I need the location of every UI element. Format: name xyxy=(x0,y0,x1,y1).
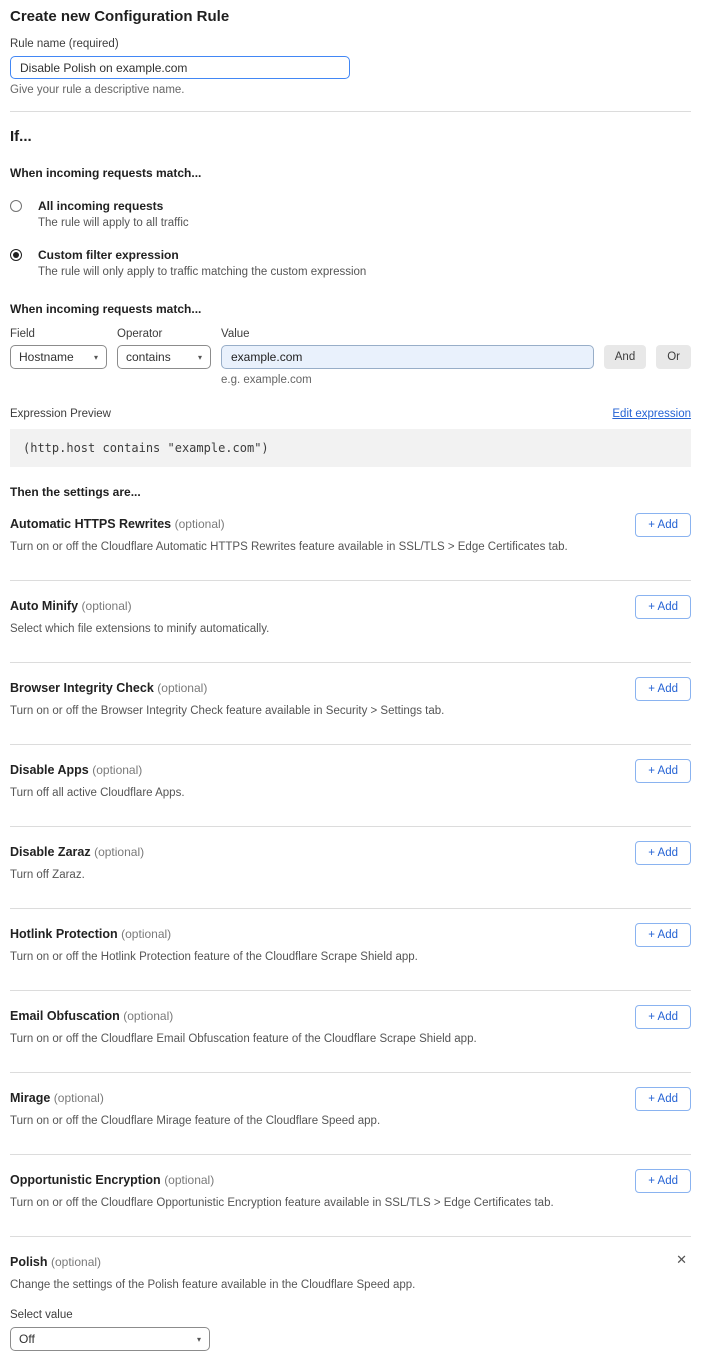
setting-description: Select which file extensions to minify a… xyxy=(10,623,691,635)
setting-title: Mirage (optional) xyxy=(10,1091,691,1105)
polish-select-value: Off xyxy=(19,1332,35,1346)
setting-title: Opportunistic Encryption (optional) xyxy=(10,1173,691,1187)
setting-row-hotlink-protection: Hotlink Protection (optional) Turn on or… xyxy=(10,909,691,991)
chevron-down-icon: ▾ xyxy=(197,1335,201,1344)
setting-title: Auto Minify (optional) xyxy=(10,599,691,613)
field-column: Field Hostname ▾ xyxy=(10,328,107,369)
setting-row-auto-minify: Auto Minify (optional) Select which file… xyxy=(10,581,691,663)
add-button[interactable]: + Add xyxy=(635,1169,691,1193)
value-helper: e.g. example.com xyxy=(221,374,594,386)
incoming-requests-match-label: When incoming requests match... xyxy=(10,166,691,180)
add-button[interactable]: + Add xyxy=(635,677,691,701)
setting-row-opportunistic-encryption: Opportunistic Encryption (optional) Turn… xyxy=(10,1155,691,1237)
value-input[interactable] xyxy=(221,345,594,369)
then-settings-label: Then the settings are... xyxy=(10,485,691,499)
operator-label: Operator xyxy=(117,328,211,340)
page-title: Create new Configuration Rule xyxy=(10,8,691,25)
setting-description: Turn on or off the Cloudflare Opportunis… xyxy=(10,1197,691,1209)
setting-description: Turn off all active Cloudflare Apps. xyxy=(10,787,691,799)
operator-select[interactable]: contains ▾ xyxy=(117,345,211,369)
field-select[interactable]: Hostname ▾ xyxy=(10,345,107,369)
setting-title: Automatic HTTPS Rewrites (optional) xyxy=(10,517,691,531)
setting-title: Browser Integrity Check (optional) xyxy=(10,681,691,695)
radio-option-label: Custom filter expression xyxy=(38,248,366,262)
edit-expression-link[interactable]: Edit expression xyxy=(612,408,691,420)
optional-tag: (optional) xyxy=(157,681,207,695)
setting-row-browser-integrity-check: Browser Integrity Check (optional) Turn … xyxy=(10,663,691,745)
field-label: Field xyxy=(10,328,107,340)
add-button[interactable]: + Add xyxy=(635,759,691,783)
add-button[interactable]: + Add xyxy=(635,1087,691,1111)
optional-tag: (optional) xyxy=(94,845,144,859)
radio-option-label: All incoming requests xyxy=(38,199,189,213)
section-divider xyxy=(10,111,691,112)
settings-list: Automatic HTTPS Rewrites (optional) Turn… xyxy=(10,499,691,1237)
setting-row-disable-zaraz: Disable Zaraz (optional) Turn off Zaraz.… xyxy=(10,827,691,909)
setting-title: Polish (optional) xyxy=(10,1255,691,1269)
expression-preview-label: Expression Preview xyxy=(10,408,111,420)
setting-description: Turn on or off the Hotlink Protection fe… xyxy=(10,951,691,963)
setting-row-polish: Polish (optional) ✕ Change the settings … xyxy=(10,1237,691,1351)
optional-tag: (optional) xyxy=(92,763,142,777)
custom-filter-match-label: When incoming requests match... xyxy=(10,302,691,316)
optional-tag: (optional) xyxy=(82,599,132,613)
setting-description: Turn on or off the Cloudflare Email Obfu… xyxy=(10,1033,691,1045)
setting-title: Email Obfuscation (optional) xyxy=(10,1009,691,1023)
chevron-down-icon: ▾ xyxy=(94,353,98,362)
optional-tag: (optional) xyxy=(54,1091,104,1105)
radio-option-all-incoming-requests[interactable]: All incoming requests The rule will appl… xyxy=(10,199,691,229)
if-heading: If... xyxy=(10,128,691,145)
radio-unselected-icon[interactable] xyxy=(10,200,22,212)
chevron-down-icon: ▾ xyxy=(198,353,202,362)
expression-preview-header: Expression Preview Edit expression xyxy=(10,408,691,420)
close-icon[interactable]: ✕ xyxy=(676,1253,687,1266)
add-button[interactable]: + Add xyxy=(635,513,691,537)
operator-select-value: contains xyxy=(126,350,171,364)
optional-tag: (optional) xyxy=(175,517,225,531)
expression-preview-code: (http.host contains "example.com") xyxy=(10,429,691,467)
setting-title: Disable Zaraz (optional) xyxy=(10,845,691,859)
add-button[interactable]: + Add xyxy=(635,1005,691,1029)
rule-name-block: Rule name (required) Give your rule a de… xyxy=(10,38,691,96)
field-select-value: Hostname xyxy=(19,350,74,364)
rule-name-helper: Give your rule a descriptive name. xyxy=(10,84,691,96)
add-button[interactable]: + Add xyxy=(635,595,691,619)
value-column: Value e.g. example.com xyxy=(221,328,594,386)
add-button[interactable]: + Add xyxy=(635,923,691,947)
optional-tag: (optional) xyxy=(123,1009,173,1023)
value-label: Value xyxy=(221,328,594,340)
configuration-rule-form: Create new Configuration Rule Rule name … xyxy=(0,0,705,1365)
setting-description: Turn on or off the Browser Integrity Che… xyxy=(10,705,691,717)
setting-title: Hotlink Protection (optional) xyxy=(10,927,691,941)
rule-name-label: Rule name (required) xyxy=(10,38,691,50)
setting-row-disable-apps: Disable Apps (optional) Turn off all act… xyxy=(10,745,691,827)
add-button[interactable]: + Add xyxy=(635,841,691,865)
operator-column: Operator contains ▾ xyxy=(117,328,211,369)
optional-tag: (optional) xyxy=(51,1255,101,1269)
radio-option-text: Custom filter expression The rule will o… xyxy=(38,248,366,278)
setting-row-mirage: Mirage (optional) Turn on or off the Clo… xyxy=(10,1073,691,1155)
and-button[interactable]: And xyxy=(604,345,646,369)
setting-description: Turn off Zaraz. xyxy=(10,869,691,881)
radio-option-text: All incoming requests The rule will appl… xyxy=(38,199,189,229)
or-button[interactable]: Or xyxy=(656,345,691,369)
setting-description: Turn on or off the Cloudflare Mirage fea… xyxy=(10,1115,691,1127)
radio-option-description: The rule will only apply to traffic matc… xyxy=(38,266,366,278)
optional-tag: (optional) xyxy=(164,1173,214,1187)
radio-option-description: The rule will apply to all traffic xyxy=(38,217,189,229)
polish-value-select[interactable]: Off ▾ xyxy=(10,1327,210,1351)
radio-selected-icon[interactable] xyxy=(10,249,22,261)
setting-row-email-obfuscation: Email Obfuscation (optional) Turn on or … xyxy=(10,991,691,1073)
setting-row-automatic-https-rewrites: Automatic HTTPS Rewrites (optional) Turn… xyxy=(10,499,691,581)
setting-description: Turn on or off the Cloudflare Automatic … xyxy=(10,541,691,553)
setting-description: Change the settings of the Polish featur… xyxy=(10,1279,691,1291)
select-value-label: Select value xyxy=(10,1309,691,1321)
rule-name-input[interactable] xyxy=(10,56,350,79)
filter-expression-row: Field Hostname ▾ Operator contains ▾ Val… xyxy=(10,328,691,386)
radio-option-custom-filter-expression[interactable]: Custom filter expression The rule will o… xyxy=(10,248,691,278)
optional-tag: (optional) xyxy=(121,927,171,941)
setting-title: Disable Apps (optional) xyxy=(10,763,691,777)
